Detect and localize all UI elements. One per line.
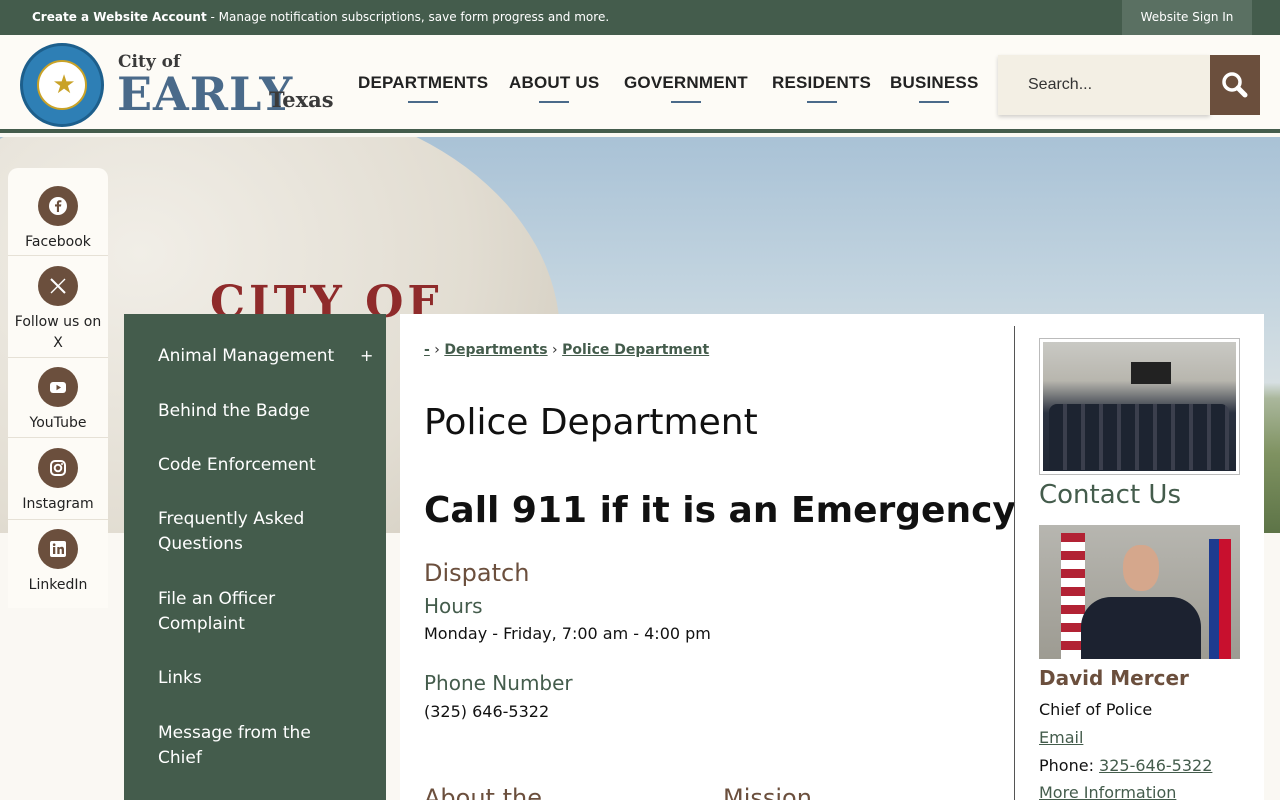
main-content-panel: - › Departments › Police Department Poli… [400, 314, 1264, 800]
nav-business-label[interactable]: BUSINESS [890, 73, 979, 92]
sidemenu-faq[interactable]: Frequently Asked Questions [158, 507, 358, 557]
page-title: Police Department [424, 402, 758, 443]
dispatch-heading: Dispatch [424, 559, 530, 587]
contact-email-link[interactable]: Email [1039, 728, 1083, 747]
phone-text: (325) 646-5322 [424, 702, 550, 721]
site-header: ★ City of EARLY Texas DEPARTMENTS ABOUT … [0, 35, 1280, 133]
nav-about-us-label[interactable]: ABOUT US [509, 73, 599, 92]
group-photo-image [1043, 342, 1236, 471]
texas-flag-shape [1209, 539, 1231, 659]
sidemenu-officer-complaint[interactable]: File an Officer Complaint [158, 587, 358, 637]
youtube-icon[interactable] [38, 367, 78, 407]
photo-people-shape [1049, 404, 1229, 470]
hours-text: Monday - Friday, 7:00 am - 4:00 pm [424, 624, 711, 643]
social-instagram[interactable]: Instagram [8, 438, 108, 520]
nav-underline [670, 101, 701, 103]
breadcrumb-separator: › [434, 342, 440, 358]
top-utility-bar: Create a Website Account - Manage notifi… [0, 0, 1280, 35]
nav-business[interactable]: BUSINESS [890, 73, 979, 103]
contact-phone: Phone: 325-646-5322 [1039, 756, 1212, 775]
sidemenu-message-from-chief[interactable]: Message from the Chief [158, 721, 358, 771]
nav-government-label[interactable]: GOVERNMENT [624, 73, 748, 92]
hours-heading: Hours [424, 594, 483, 618]
about-heading: About the [424, 784, 542, 800]
search-button[interactable] [1210, 55, 1260, 115]
breadcrumb-separator: › [552, 342, 558, 358]
search-box [998, 55, 1210, 115]
social-linkedin[interactable]: LinkedIn [8, 520, 108, 600]
breadcrumb-home[interactable]: - [424, 342, 430, 358]
search-input[interactable] [998, 55, 1210, 115]
social-linkedin-label[interactable]: LinkedIn [8, 575, 108, 596]
expand-plus-icon[interactable]: + [360, 346, 373, 365]
facebook-icon[interactable] [38, 186, 78, 226]
sidemenu-behind-the-badge[interactable]: Behind the Badge [158, 399, 358, 424]
social-media-sidebar: Facebook Follow us on X YouTube Instagra… [8, 168, 108, 608]
x-icon[interactable] [38, 266, 78, 306]
social-facebook-label[interactable]: Facebook [8, 232, 108, 253]
contact-us-heading: Contact Us [1039, 480, 1181, 510]
contact-phone-label: Phone: [1039, 756, 1100, 775]
contact-phone-link[interactable]: 325-646-5322 [1099, 756, 1212, 775]
star-icon: ★ [52, 70, 76, 100]
nav-residents[interactable]: RESIDENTS [772, 73, 871, 103]
linkedin-icon[interactable] [38, 529, 78, 569]
chief-head-shape [1123, 545, 1159, 591]
social-instagram-label[interactable]: Instagram [8, 494, 108, 515]
nav-underline [919, 101, 950, 103]
logo-texas[interactable]: Texas [269, 87, 334, 112]
column-divider [1014, 326, 1015, 800]
social-youtube-label[interactable]: YouTube [8, 413, 108, 434]
chief-photo [1039, 525, 1240, 659]
social-x[interactable]: Follow us on X [8, 256, 108, 358]
sidemenu-links[interactable]: Links [158, 666, 358, 691]
nav-underline [539, 101, 570, 103]
nav-departments[interactable]: DEPARTMENTS [358, 73, 488, 103]
social-x-label[interactable]: Follow us on X [8, 312, 108, 354]
seal-inner: ★ [37, 60, 87, 110]
breadcrumb-current[interactable]: Police Department [562, 342, 709, 358]
phone-heading: Phone Number [424, 671, 573, 695]
nav-underline [408, 101, 439, 103]
instagram-icon[interactable] [38, 448, 78, 488]
create-account-description: - Manage notification subscriptions, sav… [206, 10, 610, 24]
department-side-menu: Animal Management + Behind the Badge Cod… [124, 314, 386, 800]
chief-uniform-shape [1081, 597, 1201, 659]
website-sign-in-button[interactable]: Website Sign In [1122, 0, 1252, 35]
create-account-link[interactable]: Create a Website Account - Manage notifi… [32, 10, 609, 24]
sidemenu-animal-management[interactable]: Animal Management [158, 344, 358, 369]
create-account-label[interactable]: Create a Website Account [32, 10, 207, 24]
department-group-photo[interactable] [1039, 338, 1240, 475]
logo-early[interactable]: EARLY [117, 67, 293, 121]
mission-heading: Mission [723, 784, 812, 800]
contact-name: David Mercer [1039, 666, 1189, 690]
search-icon [1222, 72, 1248, 98]
nav-residents-label[interactable]: RESIDENTS [772, 73, 871, 92]
photo-tv-shape [1131, 362, 1171, 384]
city-seal-icon[interactable]: ★ [20, 43, 104, 127]
nav-government[interactable]: GOVERNMENT [624, 73, 748, 103]
contact-title: Chief of Police [1039, 700, 1153, 719]
nav-about-us[interactable]: ABOUT US [509, 73, 599, 103]
social-facebook[interactable]: Facebook [8, 186, 108, 256]
breadcrumb: - › Departments › Police Department [424, 342, 709, 358]
emergency-notice: Call 911 if it is an Emergency [424, 490, 1016, 531]
breadcrumb-departments[interactable]: Departments [444, 342, 547, 358]
nav-departments-label[interactable]: DEPARTMENTS [358, 73, 488, 92]
nav-underline [806, 101, 837, 103]
sidemenu-code-enforcement[interactable]: Code Enforcement [158, 453, 358, 478]
social-youtube[interactable]: YouTube [8, 358, 108, 438]
more-information-link[interactable]: More Information [1039, 783, 1176, 800]
